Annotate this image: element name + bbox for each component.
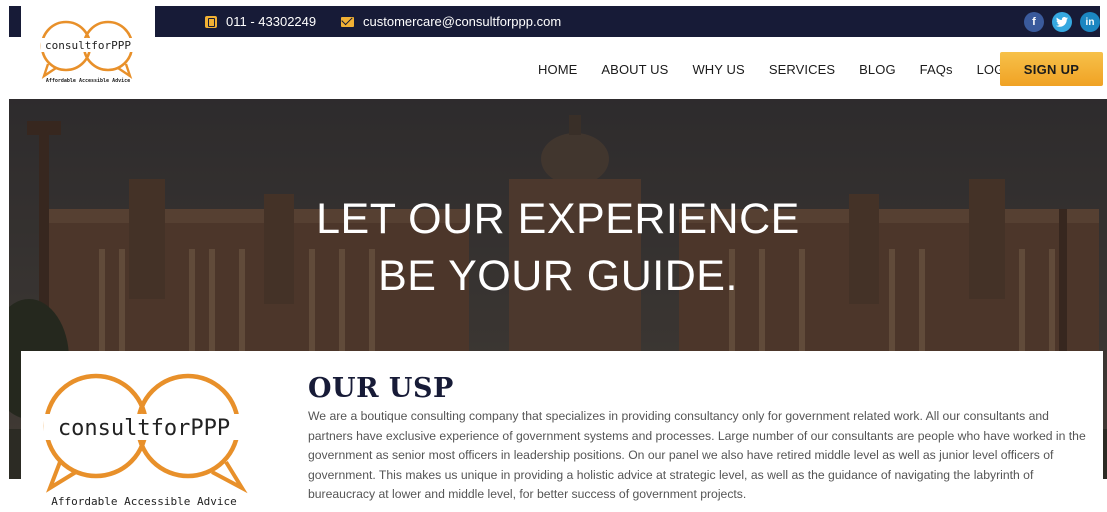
usp-logo-wordmark: consultforPPP	[58, 416, 230, 441]
nav-blog[interactable]: BLOG	[859, 62, 896, 77]
linkedin-icon[interactable]: in	[1080, 12, 1100, 32]
hero-heading-line-2: BE YOUR GUIDE.	[378, 252, 738, 300]
nav-services[interactable]: SERVICES	[769, 62, 835, 77]
facebook-icon[interactable]: f	[1024, 12, 1044, 32]
topbar: 011 - 43302249 customercare@consultforpp…	[155, 6, 1100, 37]
phone-contact[interactable]: 011 - 43302249	[205, 6, 316, 37]
phone-number: 011 - 43302249	[226, 14, 317, 29]
main-nav: HOME ABOUT US WHY US SERVICES BLOG FAQs …	[538, 52, 1042, 86]
site-logo[interactable]: consultforPPP Affordable Accessible Advi…	[36, 16, 141, 86]
social-links: f in	[1024, 12, 1100, 32]
logo-wordmark: consultforPPP	[45, 39, 131, 52]
mail-icon	[341, 16, 354, 27]
nav-about-us[interactable]: ABOUT US	[601, 62, 668, 77]
usp-description: We are a boutique consulting company tha…	[308, 409, 1086, 502]
email-address: customercare@consultforppp.com	[363, 14, 562, 29]
nav-why-us[interactable]: WHY US	[692, 62, 744, 77]
nav-home[interactable]: HOME	[538, 62, 577, 77]
logo-tagline: Affordable Accessible Advice	[46, 78, 130, 84]
usp-logo-tagline: Affordable Accessible Advice	[51, 495, 236, 508]
email-contact[interactable]: customercare@consultforppp.com	[341, 6, 561, 37]
phone-icon	[205, 15, 217, 28]
twitter-icon[interactable]	[1052, 12, 1072, 32]
nav-faqs[interactable]: FAQs	[920, 62, 953, 77]
hero-heading-line-1: LET OUR EXPERIENCE	[316, 195, 800, 243]
signup-button[interactable]: SIGN UP	[1000, 52, 1103, 86]
usp-logo: consultforPPP Affordable Accessible Advi…	[36, 364, 256, 512]
topbar-edge	[9, 6, 21, 37]
usp-heading: OUR USP	[308, 373, 454, 404]
